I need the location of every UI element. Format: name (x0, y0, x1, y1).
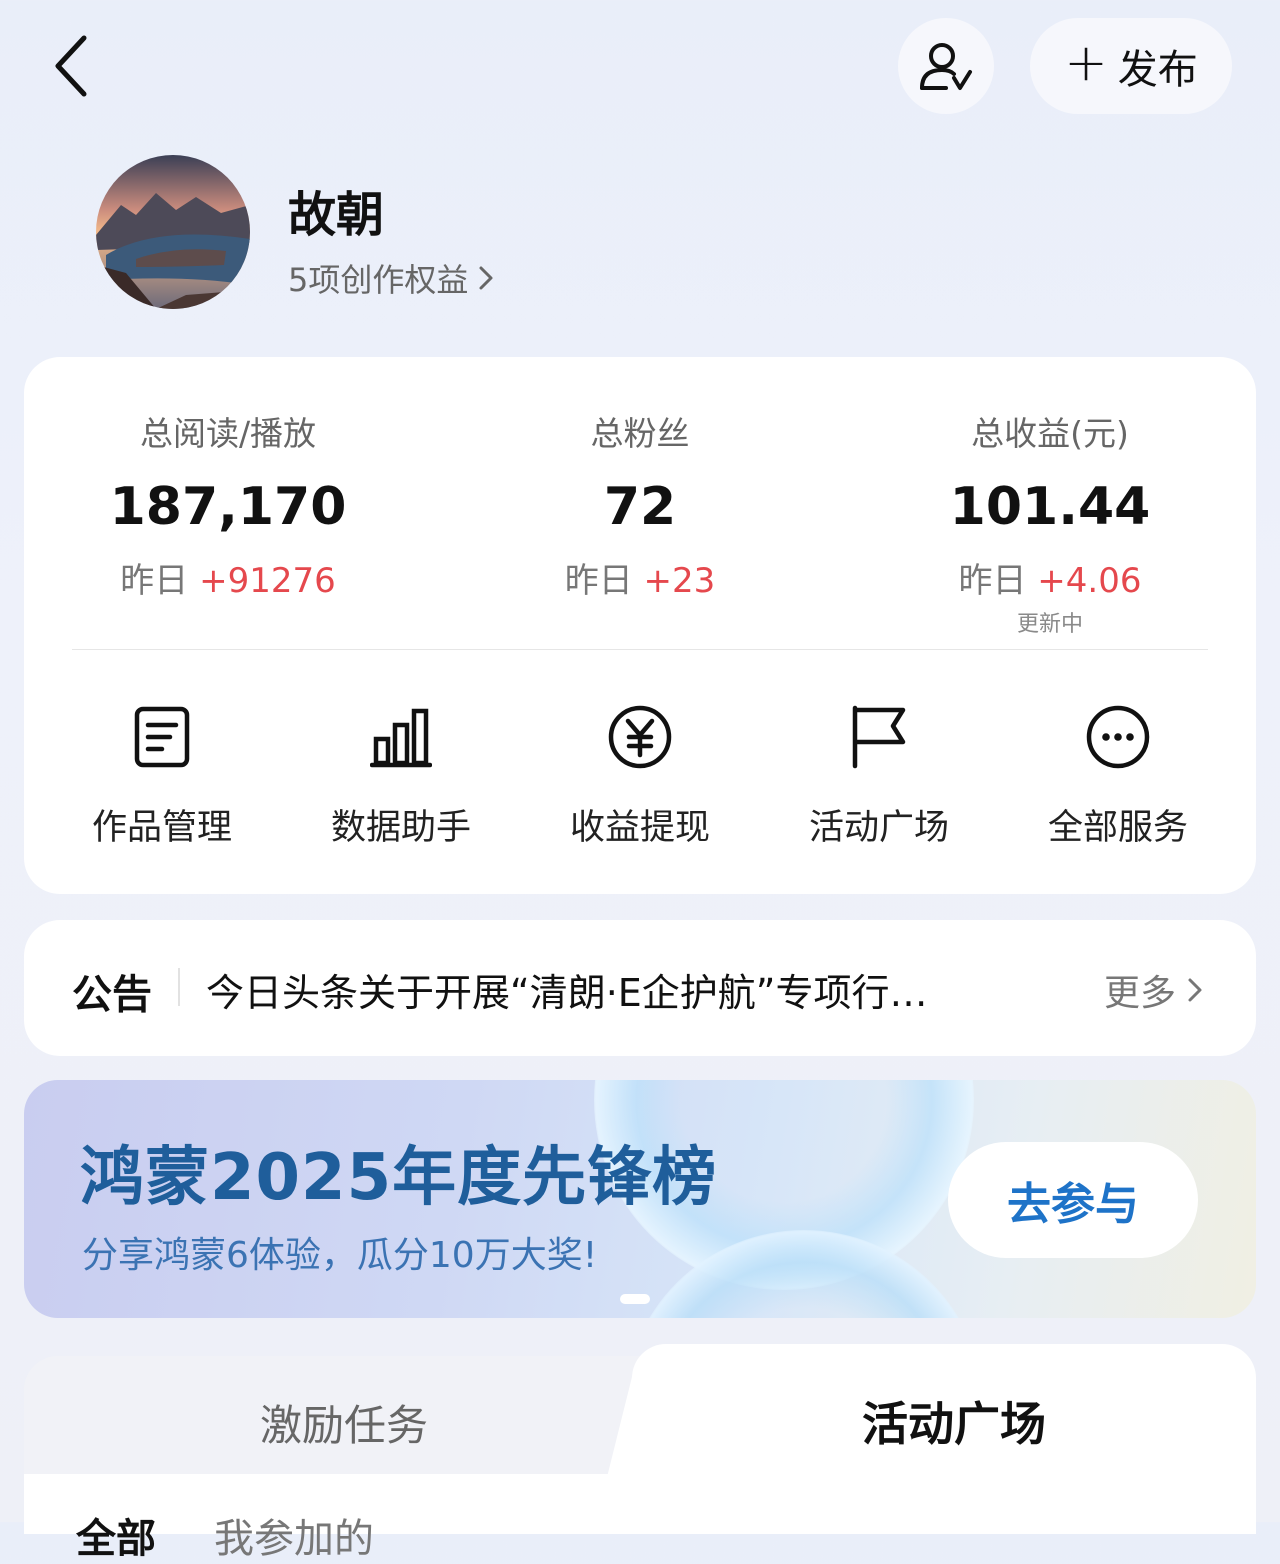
notice-divider (178, 968, 180, 1006)
document-icon (134, 706, 190, 768)
service-label: 收益提现 (569, 808, 710, 848)
delta-prefix: 昨日 (120, 561, 200, 601)
banner-participate-button[interactable]: 去参与 (948, 1142, 1198, 1258)
service-label: 数据助手 (330, 808, 471, 848)
stat-label: 总阅读/播放 (139, 414, 317, 453)
tab-content (24, 1474, 1256, 1534)
notice-more-link[interactable]: 更多 (1104, 964, 1204, 1016)
notice-more-label: 更多 (1103, 973, 1176, 1014)
follow-user-button[interactable] (898, 18, 994, 114)
top-bar: + 发布 (0, 0, 1280, 130)
delta-prefix: 昨日 (564, 561, 644, 601)
service-label: 作品管理 (91, 808, 232, 848)
chevron-right-icon (1188, 978, 1202, 1002)
stat-total-fans[interactable]: 总粉丝 72 昨日 +23 (490, 407, 790, 602)
more-icon (1086, 705, 1150, 769)
stat-delta: 昨日 +4.06 (900, 553, 1200, 602)
service-income-withdraw[interactable]: 收益提现 (550, 697, 730, 850)
tab-section: 激励任务 活动广场 全部 我参加的 (24, 1344, 1256, 1562)
stat-value: 101.44 (949, 477, 1151, 537)
avatar-image (96, 155, 250, 309)
bar-chart-icon (370, 708, 432, 768)
carousel-indicator (620, 1294, 650, 1304)
publish-label: 发布 (1117, 47, 1198, 93)
promo-banner[interactable]: 鸿蒙2025年度先锋榜 分享鸿蒙6体验，瓜分10万大奖! 去参与 (24, 1080, 1256, 1318)
service-works-management[interactable]: 作品管理 (72, 697, 252, 850)
chevron-left-icon (55, 35, 87, 97)
notice-text[interactable]: 今日头条关于开展“清朗·E企护航”专项行… (206, 962, 1036, 1017)
stat-total-income[interactable]: 总收益(元) 101.44 昨日 +4.06 更新中 (900, 407, 1200, 638)
username: 故朝 (288, 187, 385, 243)
delta-prefix: 昨日 (958, 561, 1038, 601)
stat-value: 187,170 (109, 477, 347, 537)
service-activity-plaza[interactable]: 活动广场 (789, 697, 969, 850)
service-label: 活动广场 (808, 808, 949, 848)
stat-label: 总粉丝 (590, 414, 690, 453)
stat-label: 总收益(元) (971, 414, 1129, 453)
plus-icon: + (1064, 33, 1108, 93)
service-all-services[interactable]: 全部服务 (1028, 697, 1208, 850)
stats-card: 总阅读/播放 187,170 昨日 +91276 总粉丝 72 昨日 +23 总… (24, 357, 1256, 894)
creator-rights-link[interactable]: 5项创作权益 (288, 255, 496, 301)
flag-icon (852, 705, 906, 769)
delta-value: +4.06 (1037, 561, 1142, 601)
user-check-icon (920, 43, 972, 90)
banner-title: 鸿蒙2025年度先锋榜 (80, 1141, 718, 1215)
yuan-icon (608, 705, 672, 769)
delta-value: +91276 (199, 561, 336, 601)
notice-card[interactable]: 公告 今日头条关于开展“清朗·E企护航”专项行… 更多 (24, 920, 1256, 1056)
banner-subtitle: 分享鸿蒙6体验，瓜分10万大奖! (82, 1235, 598, 1276)
tab-incentive-tasks[interactable]: 激励任务 (24, 1392, 664, 1453)
filter-joined[interactable]: 我参加的 (214, 1506, 374, 1564)
stat-delta: 昨日 +23 (490, 553, 790, 602)
service-data-assistant[interactable]: 数据助手 (311, 697, 491, 850)
avatar[interactable] (96, 155, 250, 309)
delta-value: +23 (643, 561, 716, 601)
filter-all[interactable]: 全部 (76, 1506, 156, 1564)
updating-note: 更新中 (1016, 612, 1083, 637)
stat-delta: 昨日 +91276 (78, 553, 378, 602)
stat-value: 72 (603, 477, 677, 537)
divider (72, 649, 1208, 650)
creator-rights-label: 5项创作权益 (288, 261, 469, 299)
chevron-right-icon (479, 266, 493, 290)
stat-total-reads[interactable]: 总阅读/播放 187,170 昨日 +91276 (78, 407, 378, 602)
service-label: 全部服务 (1047, 808, 1188, 848)
back-button[interactable] (46, 32, 102, 100)
tab-activity-plaza[interactable]: 活动广场 (644, 1388, 1264, 1454)
notice-title: 公告 (72, 972, 152, 1018)
publish-button[interactable]: + 发布 (1030, 18, 1232, 114)
